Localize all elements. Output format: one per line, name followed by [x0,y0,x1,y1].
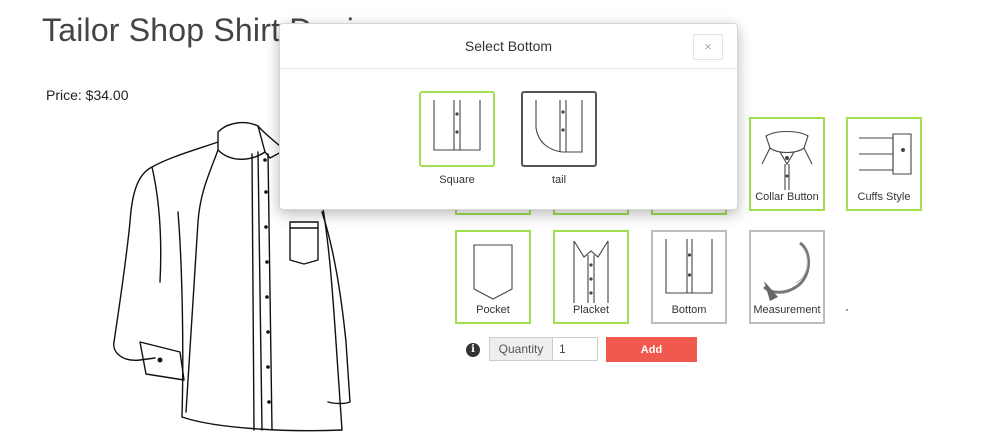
price-text: Price: $34.00 [46,87,129,103]
modal-header: Select Bottom × [280,24,737,69]
option-label: Cuffs Style [857,191,911,203]
option-thumbnail [419,91,495,167]
option-label: Bottom [671,304,707,316]
price: Price: $34.00 [46,87,129,103]
option-pocket[interactable]: Pocket [455,230,531,324]
option-label: tail [551,174,567,186]
quantity-label: Quantity [489,337,552,361]
measuring-tape-icon [762,241,810,301]
option-placket[interactable]: Placket [553,230,629,324]
close-button[interactable]: × [693,34,723,60]
cuffs-style-icon [859,133,912,175]
option-bottom[interactable]: Bottom [651,230,727,324]
info-icon[interactable]: i [466,343,480,357]
decorative-dot [846,309,848,311]
placket-icon [573,240,609,303]
shirt-bottom-icon [665,239,713,294]
square-bottom-icon [433,100,481,151]
close-icon: × [704,39,712,54]
option-label: Measurement [753,304,821,316]
bottom-option-square[interactable]: Square [419,91,495,186]
add-button[interactable]: Add [606,337,697,362]
option-label: Square [439,174,475,186]
option-cuffs-style[interactable]: Cuffs Style [846,117,922,211]
option-measurement[interactable]: Measurement [749,230,825,324]
bottom-option-tail[interactable]: tail [521,91,597,186]
option-collar-button[interactable]: Collar Button [749,117,825,211]
collar-button-icon [761,130,813,190]
quantity-input[interactable] [552,337,598,361]
option-label: Collar Button [755,191,819,203]
tail-bottom-icon [535,100,583,153]
option-label: Placket [572,304,610,316]
select-bottom-modal: Select Bottom × Square tail [279,23,738,210]
pocket-icon [473,244,513,300]
option-thumbnail [521,91,597,167]
option-label: Pocket [476,304,510,316]
modal-title: Select Bottom [464,38,553,54]
